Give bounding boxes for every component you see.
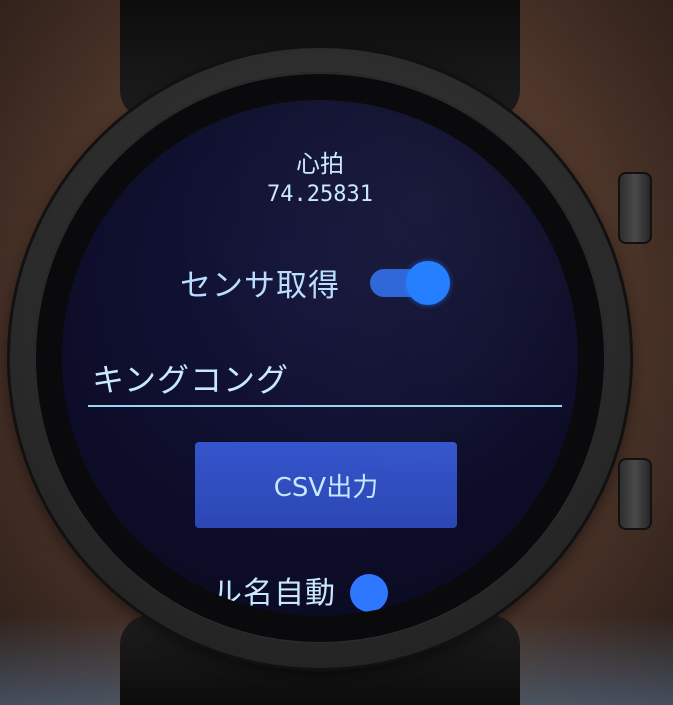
csv-export-button[interactable]: CSV出力 (195, 442, 457, 528)
heart-rate-label: 心拍 (296, 150, 344, 178)
auto-name-toggle-label: ル名自動 (212, 576, 336, 611)
heart-rate-value: 74.25831 (267, 182, 373, 207)
sensor-toggle-switch[interactable] (370, 260, 450, 305)
auto-name-toggle-switch[interactable] (350, 574, 388, 612)
watch-crown-bottom-button[interactable] (618, 458, 652, 530)
sensor-toggle-label: センサ取得 (180, 268, 340, 304)
watch-crown-top-button[interactable] (618, 172, 652, 244)
switch-thumb (406, 260, 450, 305)
name-input[interactable] (88, 355, 562, 407)
watch-screen: 心拍 74.25831 センサ取得 CSV出力 ル名自動 (62, 100, 578, 616)
sensor-toggle-row[interactable]: センサ取得 (180, 260, 450, 305)
auto-name-toggle-row[interactable]: ル名自動 (212, 568, 388, 612)
